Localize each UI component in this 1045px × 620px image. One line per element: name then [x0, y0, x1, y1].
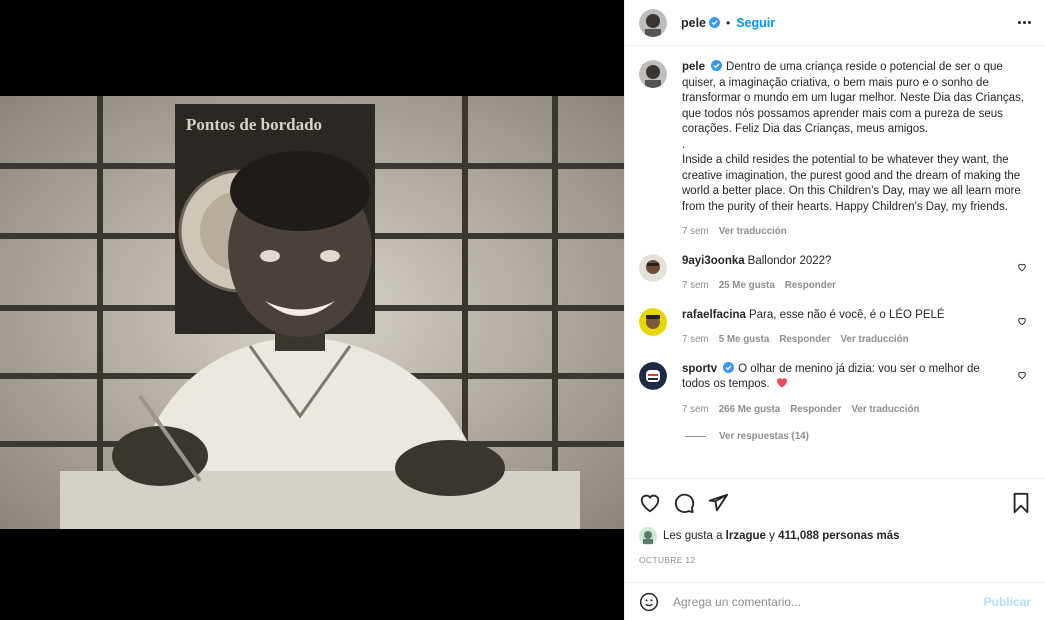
reply-button[interactable]: Responder — [779, 332, 830, 348]
poster-text: Pontos de bordado — [186, 115, 322, 134]
like-comment-heart-icon[interactable] — [1017, 370, 1027, 380]
comments-section: pele Dentro de uma criança reside o poten… — [625, 46, 1045, 478]
comment-likes[interactable]: 266 Me gusta — [719, 402, 781, 418]
comment-translate-link[interactable]: Ver traducción — [851, 402, 919, 418]
comment-bubble-icon[interactable] — [673, 492, 695, 514]
red-heart-emoji-icon — [776, 378, 787, 388]
comment-text: Para, esse não é você, é o LÉO PELÉ — [748, 308, 945, 321]
add-comment-input[interactable] — [673, 594, 984, 609]
comment-time[interactable]: 7 sem — [682, 278, 709, 294]
comment-text: Ballondor 2022? — [747, 254, 832, 267]
avatar[interactable] — [639, 253, 667, 282]
replies-divider — [685, 436, 706, 437]
more-options-icon[interactable] — [1018, 21, 1031, 24]
post-media[interactable]: Pontos de bordado — [0, 0, 624, 620]
separator-dot: • — [726, 15, 731, 30]
caption-text-en: Inside a child resides the potential to … — [682, 154, 1021, 213]
like-comment-heart-icon[interactable] — [1017, 316, 1027, 326]
add-comment-bar: Publicar — [625, 582, 1045, 620]
caption-translate-link[interactable]: Ver traducción — [719, 224, 787, 240]
reply-button[interactable]: Responder — [790, 402, 841, 418]
header-username[interactable]: pele — [681, 16, 706, 30]
liker-username[interactable]: lrzague — [726, 530, 766, 542]
comment-item: 9ayi3oonka Ballondor 2022? 7 sem 25 Me gu… — [639, 253, 1031, 294]
view-replies-button[interactable]: Ver respuestas (14) — [685, 431, 1031, 442]
comment-time[interactable]: 7 sem — [682, 402, 709, 418]
caption: pele Dentro de uma criança reside o poten… — [639, 60, 1031, 240]
save-bookmark-icon[interactable] — [1011, 492, 1031, 514]
comment-translate-link[interactable]: Ver traducción — [841, 332, 909, 348]
liker-avatar[interactable] — [639, 527, 657, 545]
likes-summary: Les gusta a lrzague y 411,088 personas m… — [639, 527, 1031, 545]
comment-item: rafaelfacina Para, esse não é você, é o L… — [639, 307, 1031, 348]
vintage-photo: Pontos de bordado — [0, 96, 624, 529]
comment-likes[interactable]: 5 Me gusta — [719, 332, 770, 348]
caption-time[interactable]: 7 sem — [682, 224, 709, 240]
likes-prefix: Les gusta a — [663, 530, 723, 542]
publish-button[interactable]: Publicar — [984, 595, 1031, 609]
post-sidebar: pele • Seguir pele Dentro de uma criança … — [624, 0, 1045, 620]
caption-username[interactable]: pele — [682, 61, 705, 73]
comment-username[interactable]: sportv — [682, 363, 717, 375]
likes-connector: y — [769, 530, 775, 542]
share-paper-plane-icon[interactable] — [707, 492, 729, 514]
post-header: pele • Seguir — [625, 0, 1045, 46]
post-photo[interactable]: Pontos de bordado — [0, 96, 624, 529]
follow-button[interactable]: Seguir — [736, 16, 775, 30]
post-actions: Les gusta a lrzague y 411,088 personas m… — [625, 478, 1045, 620]
post-date[interactable]: OCTUBRE 12 — [639, 555, 1031, 565]
verified-badge-icon — [711, 60, 723, 71]
comment-time[interactable]: 7 sem — [682, 332, 709, 348]
reply-button[interactable]: Responder — [785, 278, 836, 294]
verified-badge-icon — [709, 17, 721, 28]
caption-text-pt: Dentro de uma criança reside o potencial… — [682, 61, 1024, 135]
comment-item: sportv O olhar de menino já dizia: vou se… — [639, 361, 1031, 418]
avatar[interactable] — [639, 361, 667, 390]
avatar[interactable] — [639, 8, 667, 37]
like-comment-heart-icon[interactable] — [1017, 262, 1027, 272]
like-heart-icon[interactable] — [639, 492, 661, 514]
comment-likes[interactable]: 25 Me gusta — [719, 278, 775, 294]
view-replies-label: Ver respuestas (14) — [719, 431, 809, 442]
avatar[interactable] — [639, 307, 667, 336]
comment-username[interactable]: rafaelfacina — [682, 309, 746, 321]
verified-badge-icon — [723, 361, 735, 373]
avatar[interactable] — [639, 60, 667, 88]
caption-dot: . — [682, 138, 686, 151]
comment-username[interactable]: 9ayi3oonka — [682, 255, 745, 267]
likes-others-link[interactable]: 411,088 personas más — [778, 530, 899, 542]
emoji-smiley-icon[interactable] — [639, 592, 659, 612]
